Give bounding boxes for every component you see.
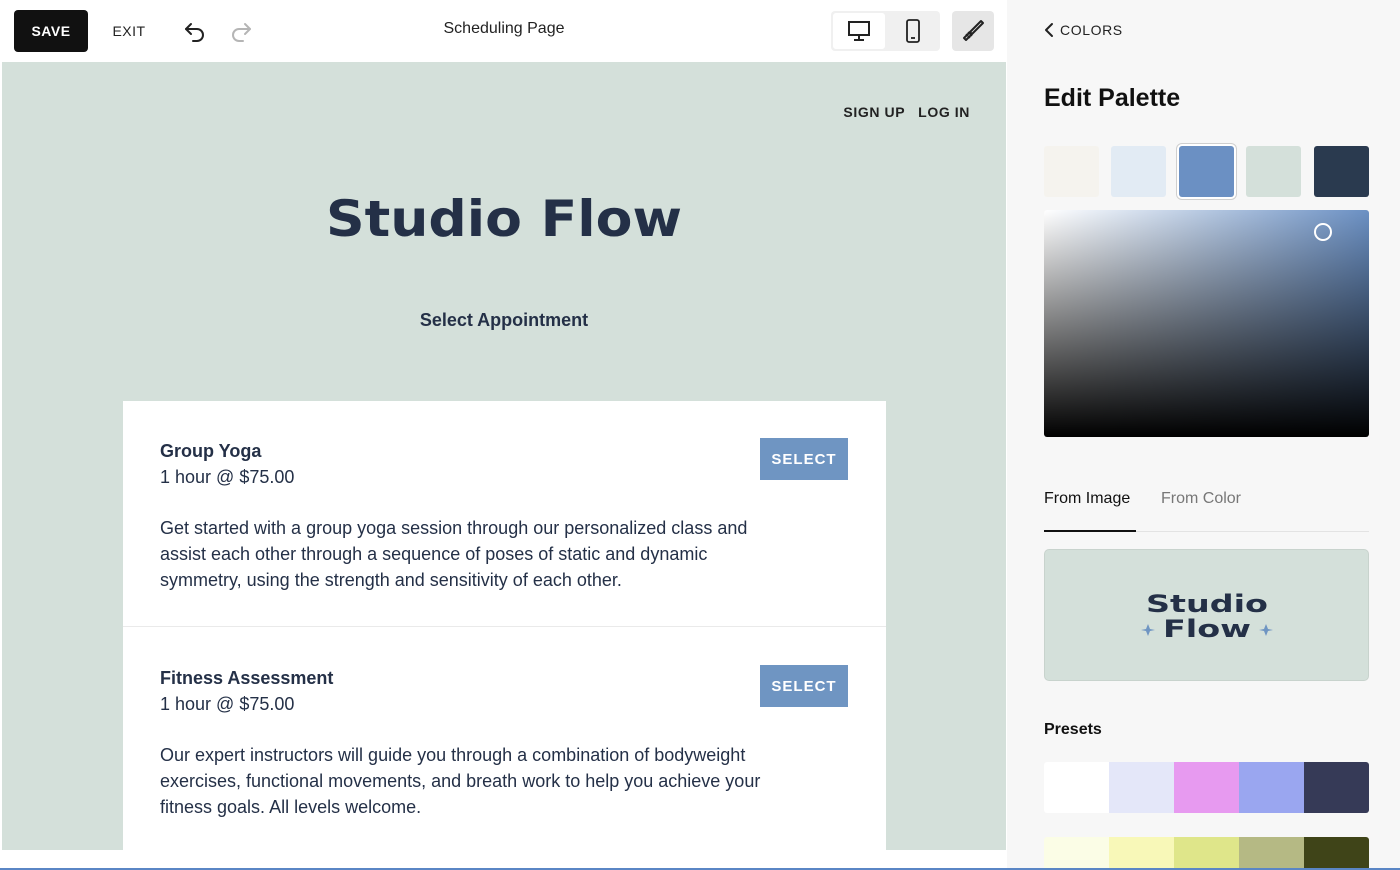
- palette-swatch-5[interactable]: [1314, 146, 1369, 197]
- preset-color-2: [1109, 762, 1174, 813]
- page-title: Scheduling Page: [443, 20, 565, 37]
- svg-text:Studio: Studio: [1146, 590, 1268, 618]
- section-title: Select Appointment: [419, 310, 589, 330]
- site-nav: SIGN UP LOG IN: [843, 104, 970, 120]
- palette-swatch-3[interactable]: [1179, 146, 1234, 197]
- appointment-description: Our expert instructors will guide you th…: [160, 745, 761, 817]
- site-preview: SIGN UP LOG IN Studio Flow Select Appoin…: [2, 62, 1006, 850]
- colors-panel: COLORS Edit Palette From Image From Colo…: [1007, 0, 1400, 870]
- image-preview[interactable]: Studio Flow: [1044, 549, 1369, 681]
- picker-handle[interactable]: [1314, 223, 1332, 241]
- login-link[interactable]: LOG IN: [918, 104, 970, 120]
- appointment-name: Group Yoga: [160, 441, 262, 461]
- palette-source-tabs: From Image From Color: [1044, 490, 1369, 532]
- mobile-icon: [905, 19, 920, 43]
- design-button[interactable]: [952, 11, 994, 51]
- palette-swatch-1[interactable]: [1044, 146, 1099, 197]
- paintbrush-icon: [963, 20, 984, 41]
- palette-swatch-4[interactable]: [1246, 146, 1301, 197]
- preset-color-3: [1174, 837, 1239, 870]
- undo-icon[interactable]: [180, 16, 210, 46]
- appointment-description: Get started with a group yoga session th…: [160, 518, 748, 590]
- palette-swatch-2[interactable]: [1111, 146, 1166, 197]
- device-toggle: [831, 11, 940, 51]
- svg-text:Studio Flow: Studio Flow: [326, 190, 682, 246]
- tab-from-color[interactable]: From Color: [1161, 490, 1241, 508]
- tab-from-image[interactable]: From Image: [1044, 490, 1136, 532]
- preset-color-5: [1304, 837, 1369, 870]
- back-to-colors[interactable]: COLORS: [1044, 22, 1123, 38]
- signup-link[interactable]: SIGN UP: [843, 104, 905, 120]
- chevron-left-icon: [1045, 23, 1053, 37]
- list-item: Group Yoga 1 hour @ $75.00 Get started w…: [123, 401, 886, 627]
- select-button[interactable]: SELECT: [760, 438, 848, 480]
- appointment-price: 1 hour @ $75.00: [160, 467, 295, 487]
- studio-flow-logo-small: Studio Flow: [1140, 590, 1273, 643]
- redo-icon[interactable]: [226, 16, 256, 46]
- desktop-icon: [848, 21, 870, 41]
- preset-color-1: [1044, 837, 1109, 870]
- list-item: Fitness Assessment 1 hour @ $75.00 Our e…: [123, 628, 886, 850]
- studio-flow-logo: Studio Flow: [326, 190, 682, 246]
- presets-label: Presets: [1044, 721, 1102, 738]
- svg-text:Flow: Flow: [1163, 615, 1251, 643]
- preset-color-2: [1109, 837, 1174, 870]
- color-picker[interactable]: [1044, 210, 1369, 437]
- appointment-name: Fitness Assessment: [160, 668, 334, 688]
- top-toolbar: SAVE EXIT Scheduling Page: [0, 0, 1007, 62]
- preset-palette-2[interactable]: [1044, 837, 1369, 870]
- preset-palette-1[interactable]: [1044, 762, 1369, 813]
- site-logo: Studio Flow: [302, 190, 706, 246]
- preset-color-1: [1044, 762, 1109, 813]
- preset-color-4: [1239, 762, 1304, 813]
- palette-swatches: [1044, 146, 1369, 198]
- appointment-list: Group Yoga 1 hour @ $75.00 Get started w…: [123, 401, 886, 850]
- preset-color-4: [1239, 837, 1304, 870]
- exit-button[interactable]: EXIT: [108, 10, 150, 52]
- preset-color-5: [1304, 762, 1369, 813]
- mobile-view-button[interactable]: [887, 13, 938, 49]
- appointment-price: 1 hour @ $75.00: [160, 694, 295, 714]
- editor-area: SAVE EXIT Scheduling Page SIGN UP LOG IN…: [0, 0, 1007, 870]
- save-button[interactable]: SAVE: [14, 10, 88, 52]
- panel-title: Edit Palette: [1044, 84, 1181, 112]
- back-label: COLORS: [1060, 22, 1123, 38]
- desktop-view-button[interactable]: [833, 13, 885, 49]
- preset-color-3: [1174, 762, 1239, 813]
- select-button[interactable]: SELECT: [760, 665, 848, 707]
